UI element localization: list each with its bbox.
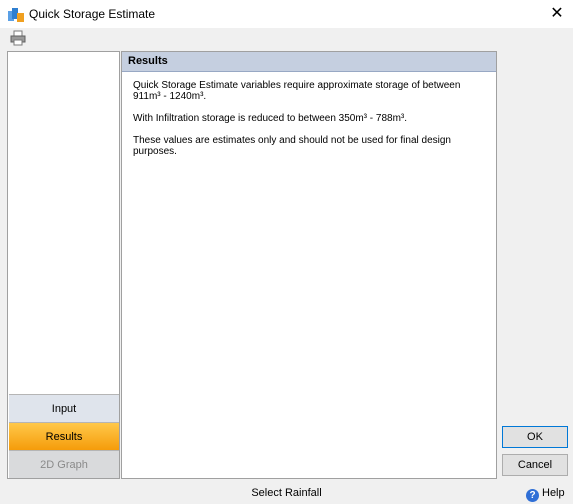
sidebar: Input Results 2D Graph bbox=[7, 51, 120, 479]
status-text: Select Rainfall bbox=[251, 487, 322, 499]
app-icon bbox=[8, 8, 24, 22]
nav-2d-graph[interactable]: 2D Graph bbox=[9, 450, 119, 478]
ok-button[interactable]: OK bbox=[502, 426, 568, 448]
result-disclaimer: These values are estimates only and shou… bbox=[133, 135, 451, 157]
close-icon[interactable]: ✕ bbox=[545, 3, 569, 25]
title-bar: Quick Storage Estimate ✕ bbox=[0, 0, 573, 28]
cancel-button[interactable]: Cancel bbox=[502, 454, 568, 476]
results-text: Quick Storage Estimate variables require… bbox=[133, 80, 473, 168]
nav-input[interactable]: Input bbox=[9, 394, 119, 422]
toolbar bbox=[0, 28, 573, 48]
status-bar: Select Rainfall ? Help bbox=[0, 481, 573, 504]
help-button[interactable]: ? Help bbox=[526, 485, 565, 502]
help-label: Help bbox=[542, 487, 565, 499]
result-infiltration-range: With Infiltration storage is reduced to … bbox=[133, 113, 408, 124]
help-icon: ? bbox=[526, 489, 539, 502]
results-panel: Results Quick Storage Estimate variables… bbox=[121, 51, 497, 479]
window-title: Quick Storage Estimate bbox=[29, 7, 156, 21]
result-storage-range: Quick Storage Estimate variables require… bbox=[133, 80, 461, 102]
nav-results[interactable]: Results bbox=[9, 422, 119, 450]
panel-header: Results bbox=[122, 52, 496, 72]
print-icon[interactable] bbox=[10, 30, 26, 46]
dialog-window: Quick Storage Estimate ✕ Input Results 2… bbox=[0, 0, 573, 504]
